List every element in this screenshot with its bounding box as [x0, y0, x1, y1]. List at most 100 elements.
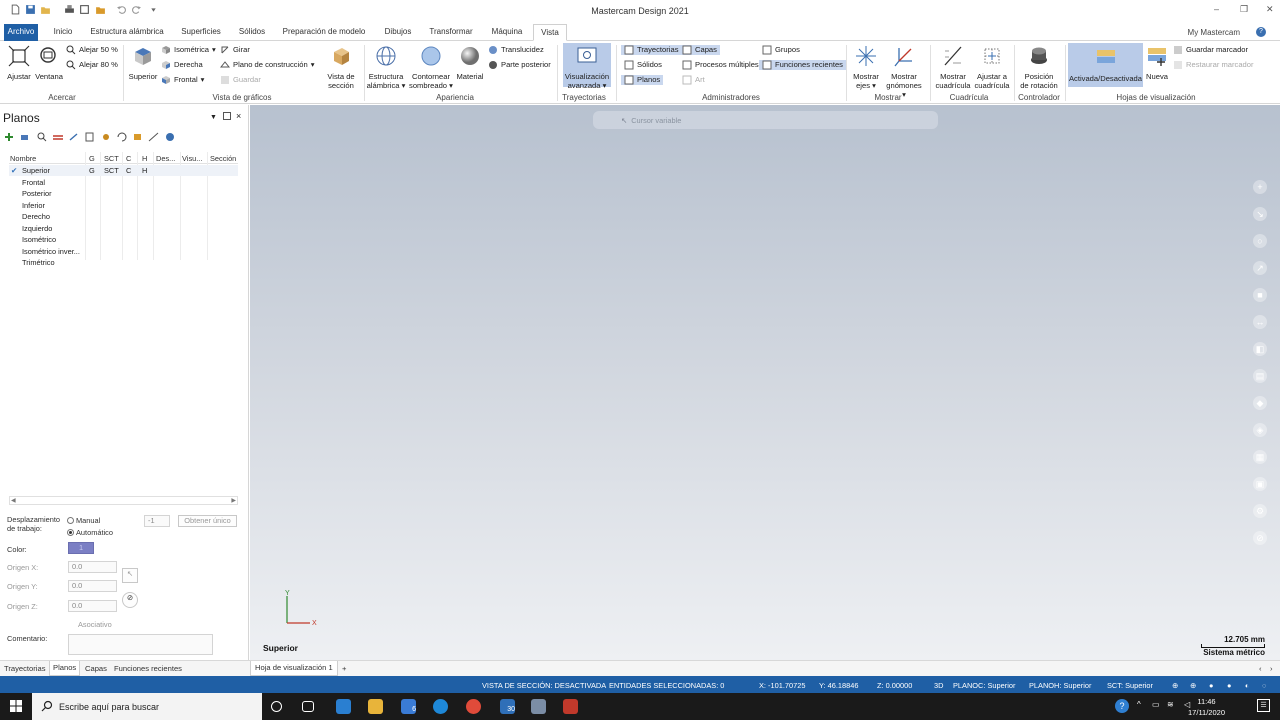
guardar-view-button[interactable]: Guardar: [220, 75, 261, 85]
add-sheet-button[interactable]: +: [342, 664, 346, 673]
tab-hoja-visualizacion[interactable]: Hoja de visualización 1: [250, 661, 338, 676]
vscode-app-icon[interactable]: [336, 699, 351, 714]
properties-icon[interactable]: [132, 132, 144, 142]
superior-view-button[interactable]: Superior: [126, 45, 160, 81]
taskbar-clock[interactable]: 11:46 17/11/2020: [1188, 696, 1225, 718]
col-visu[interactable]: Visu...: [182, 154, 202, 163]
frontal-button[interactable]: Frontal ▾: [161, 75, 204, 85]
manager-planos-toggle[interactable]: Planos: [621, 75, 664, 85]
display-view-icon[interactable]: ▣: [1253, 477, 1267, 491]
store-app-icon[interactable]: 30: [500, 699, 515, 714]
tab-preparacion-modelo[interactable]: Preparación de modelo: [281, 24, 367, 41]
plane-sct[interactable]: SCT: [104, 166, 119, 175]
tab-estructura-alambrica[interactable]: Estructura alámbrica: [87, 24, 167, 41]
col-g[interactable]: G: [89, 154, 95, 163]
restaurar-marcador-button[interactable]: Restaurar marcador: [1173, 60, 1254, 70]
wifi-icon[interactable]: ≋: [1167, 700, 1174, 709]
wireframe-mode-icon[interactable]: ⊕: [1190, 681, 1196, 690]
my-mastercam-link[interactable]: My Mastercam: [1188, 28, 1240, 37]
alejar50-button[interactable]: Alejar 50 %: [66, 45, 118, 55]
help-circle-icon[interactable]: [164, 132, 176, 142]
tab-inicio[interactable]: Inicio: [49, 24, 77, 41]
translucent-mode-icon[interactable]: ◐: [1245, 681, 1249, 690]
help-tray-icon[interactable]: ?: [1115, 699, 1129, 713]
derecha-button[interactable]: Derecha: [161, 60, 203, 70]
table-row[interactable]: ✔ Superior G SCT C H: [9, 165, 238, 177]
tab-planos-bottom[interactable]: Planos: [49, 661, 81, 676]
origen-x-input[interactable]: 0.0: [68, 561, 117, 573]
table-row[interactable]: Isométrico inver...: [9, 246, 238, 257]
vista-seccion-button[interactable]: Vista de sección: [323, 45, 359, 90]
scroll-left-icon[interactable]: ◀: [11, 497, 16, 504]
globe-icon[interactable]: ⊕: [1172, 681, 1178, 690]
clear-icon[interactable]: ⊘: [1253, 531, 1267, 545]
table-row[interactable]: Izquierdo: [9, 223, 238, 234]
reset-icon[interactable]: [68, 132, 80, 142]
automatico-radio[interactable]: [67, 529, 74, 536]
cortana-icon[interactable]: [271, 701, 282, 712]
table-row[interactable]: Frontal: [9, 177, 238, 188]
grid-view-icon[interactable]: ▦: [1253, 450, 1267, 464]
close-icon[interactable]: ✕: [1266, 4, 1274, 15]
manager-funciones-toggle[interactable]: Funciones recientes: [759, 60, 846, 70]
manager-solidos-toggle[interactable]: Sólidos: [621, 60, 665, 70]
add-plane-icon[interactable]: [4, 132, 16, 142]
zoom-tool-icon[interactable]: ↗: [1253, 261, 1267, 275]
table-row[interactable]: Trimétrico: [9, 257, 238, 268]
color-swatch[interactable]: 1: [68, 542, 94, 554]
settings-gear-icon[interactable]: [100, 132, 112, 142]
calculator-icon[interactable]: [84, 132, 96, 142]
cursor-variable-label[interactable]: Cursor variable: [631, 116, 681, 125]
shaded-mode-icon[interactable]: ●: [1209, 681, 1213, 690]
mail-app-icon[interactable]: 6: [401, 699, 416, 714]
status-planoh[interactable]: PLANOH: Superior: [1029, 681, 1091, 690]
help-icon[interactable]: ?: [1256, 27, 1266, 37]
manager-grupos-toggle[interactable]: Grupos: [759, 45, 803, 55]
edges-mode-icon[interactable]: ◌: [1262, 681, 1266, 690]
graphics-viewport[interactable]: ↖ Cursor variable Y X Superior 12.705 mm…: [250, 105, 1280, 660]
taskbar-search[interactable]: Escribe aquí para buscar: [32, 693, 262, 720]
scroll-tabs-right-icon[interactable]: ›: [1270, 664, 1273, 673]
posicion-rotacion-button[interactable]: Posición de rotación: [1017, 45, 1061, 90]
solid-mode-icon[interactable]: ●: [1227, 681, 1231, 690]
panel-dropdown-icon[interactable]: ▼: [210, 114, 217, 121]
parte-posterior-button[interactable]: Parte posterior: [488, 60, 551, 70]
table-row[interactable]: Posterior: [9, 188, 238, 199]
plane-c[interactable]: C: [126, 166, 131, 175]
layers-view-icon[interactable]: ▤: [1253, 369, 1267, 383]
plane-h[interactable]: H: [142, 166, 147, 175]
cad-app-icon[interactable]: [531, 699, 546, 714]
scroll-right-icon[interactable]: ▶: [231, 497, 236, 504]
close-panel-icon[interactable]: ×: [236, 111, 241, 121]
edge-browser-icon[interactable]: [433, 699, 448, 714]
col-sct[interactable]: SCT: [104, 154, 119, 163]
tab-maquina[interactable]: Máquina: [488, 24, 526, 41]
status-mode[interactable]: 3D: [934, 681, 943, 690]
col-seccion[interactable]: Sección: [210, 154, 236, 163]
refresh-icon[interactable]: [116, 132, 128, 142]
select-plane-icon[interactable]: [20, 132, 32, 142]
col-des[interactable]: Des...: [156, 154, 175, 163]
pan-icon[interactable]: ↘: [1253, 207, 1267, 221]
zoom-in-icon[interactable]: +: [1253, 180, 1267, 194]
horizontal-scrollbar[interactable]: ◀ ▶: [9, 496, 238, 505]
isometrica-button[interactable]: Isométrica ▾: [161, 45, 216, 55]
mostrar-gnomones-button[interactable]: Mostrar gnómones ▾: [884, 45, 924, 99]
tab-superficies[interactable]: Superficies: [177, 24, 225, 41]
ajustar-cuadricula-button[interactable]: Ajustar a cuadrícula: [972, 45, 1012, 90]
rotate-view-icon[interactable]: ○: [1253, 234, 1267, 248]
comentario-input[interactable]: [68, 634, 213, 655]
chrome-browser-icon[interactable]: [466, 699, 481, 714]
tab-dibujos[interactable]: Dibujos: [380, 24, 416, 41]
tab-funciones-bottom[interactable]: Funciones recientes: [114, 664, 182, 673]
show-all-icon[interactable]: [52, 132, 64, 142]
ajustar-button[interactable]: Ajustar: [4, 45, 34, 81]
windows-start-icon[interactable]: [10, 700, 22, 712]
plano-construccion-button[interactable]: Plano de construcción ▾: [220, 60, 315, 70]
plane-g[interactable]: G: [89, 166, 95, 175]
shade-view-icon[interactable]: ◈: [1253, 423, 1267, 437]
nueva-sheet-button[interactable]: Nueva: [1145, 45, 1169, 81]
find-plane-icon[interactable]: [36, 132, 48, 142]
scroll-tabs-left-icon[interactable]: ‹: [1259, 664, 1262, 673]
table-row[interactable]: Derecho: [9, 211, 238, 222]
